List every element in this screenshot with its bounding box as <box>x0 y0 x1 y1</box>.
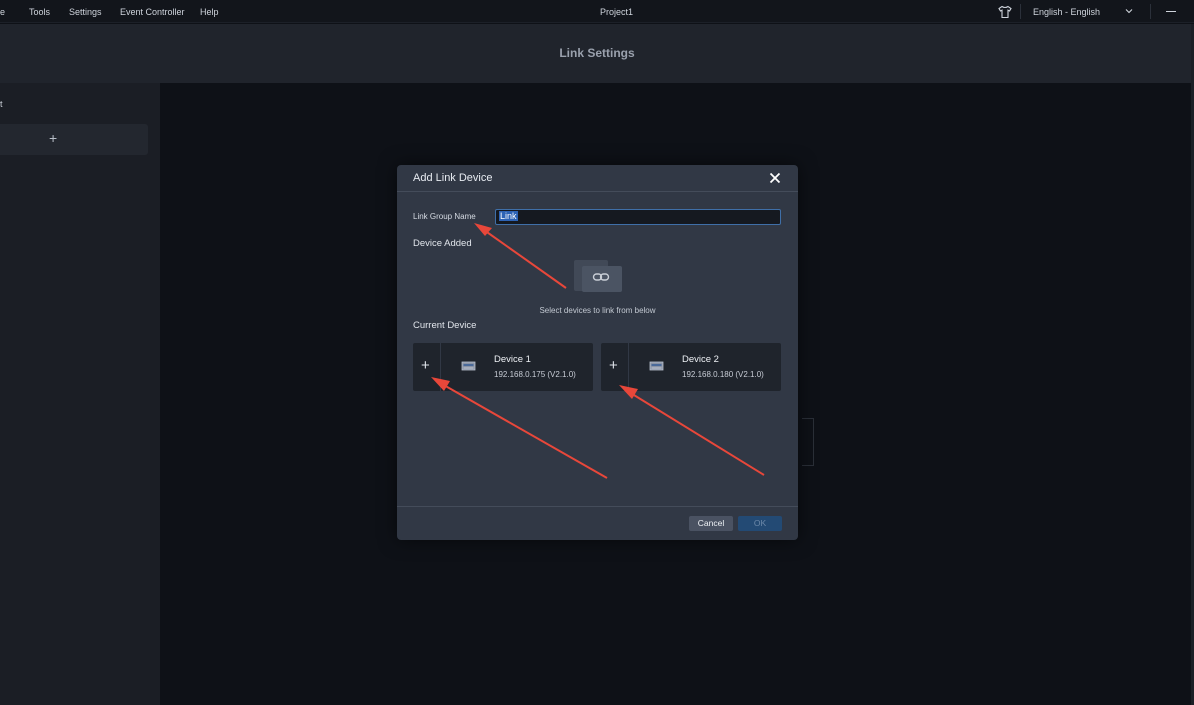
menu-help[interactable]: Help <box>200 7 219 17</box>
link-group-name-label: Link Group Name <box>413 212 476 221</box>
device-ip: 192.168.0.180 (V2.1.0) <box>682 370 764 379</box>
menu-tools[interactable]: Tools <box>29 7 50 17</box>
menu-bar: e Tools Settings Event Controller Help P… <box>0 0 1194 23</box>
menu-settings[interactable]: Settings <box>69 7 102 17</box>
dialog-header: Add Link Device <box>397 165 798 192</box>
device-name: Device 1 <box>494 354 531 365</box>
close-icon[interactable] <box>769 172 781 184</box>
chevron-down-icon[interactable] <box>1124 6 1134 16</box>
device-added-label: Device Added <box>413 238 472 249</box>
left-panel: t + <box>0 83 160 705</box>
selected-text: Link <box>499 211 518 221</box>
device-ip: 192.168.0.175 (V2.1.0) <box>494 370 576 379</box>
background-panel-edge <box>802 418 814 466</box>
ok-button[interactable]: OK <box>738 516 782 531</box>
menu-file[interactable]: e <box>0 7 5 17</box>
plus-icon: + <box>49 130 58 146</box>
link-group-name-input[interactable]: Link <box>495 209 781 225</box>
device-card: + Device 1 192.168.0.175 (V2.1.0) <box>413 343 593 391</box>
page-title: Link Settings <box>559 46 635 60</box>
add-device-button[interactable]: + <box>413 343 441 391</box>
add-link-device-dialog: Add Link Device Link Group Name Link Dev… <box>397 165 798 540</box>
plus-icon: + <box>609 357 618 374</box>
cancel-button[interactable]: Cancel <box>689 516 733 531</box>
divider <box>1150 4 1151 19</box>
empty-state-hint: Select devices to link from below <box>539 306 656 315</box>
device-name: Device 2 <box>682 354 719 365</box>
current-device-label: Current Device <box>413 320 477 331</box>
link-icon <box>592 273 610 281</box>
project-title: Project1 <box>600 7 634 17</box>
plus-icon: + <box>421 357 430 374</box>
shirt-icon[interactable] <box>998 5 1012 19</box>
dialog-title: Add Link Device <box>413 172 493 184</box>
dialog-footer-divider <box>397 506 798 507</box>
page-header: Link Settings <box>0 24 1194 83</box>
language-select[interactable]: English - English <box>1033 7 1100 17</box>
divider <box>1020 4 1021 19</box>
menu-event-controller[interactable]: Event Controller <box>120 7 185 17</box>
device-card: + Device 2 192.168.0.180 (V2.1.0) <box>601 343 781 391</box>
device-icon <box>649 361 664 371</box>
device-icon <box>461 361 476 371</box>
minimize-icon[interactable] <box>1166 11 1176 12</box>
add-link-group-button[interactable]: + <box>0 124 148 155</box>
left-panel-label: t <box>0 99 3 109</box>
add-device-button[interactable]: + <box>601 343 629 391</box>
